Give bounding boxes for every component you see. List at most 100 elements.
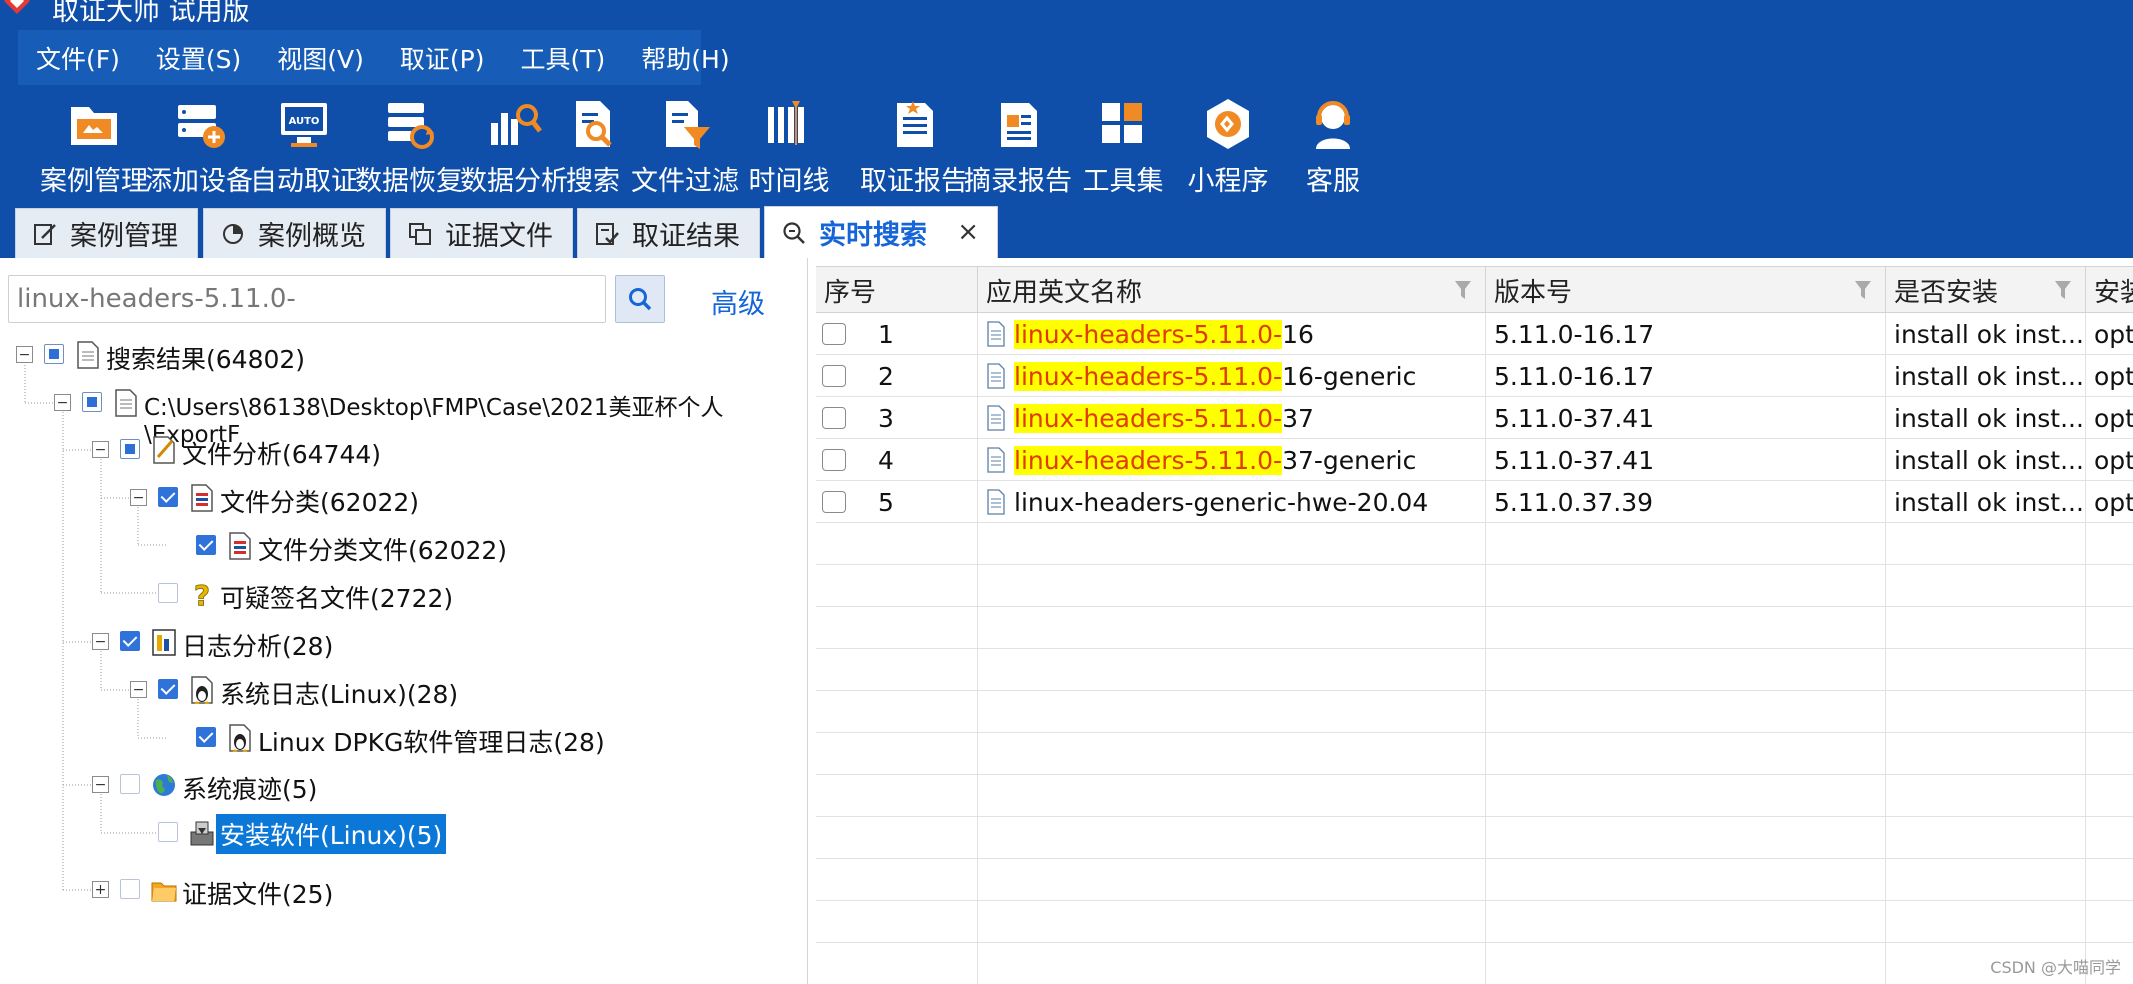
menu-file[interactable]: 文件(F) [18, 30, 138, 85]
tree-checkbox[interactable] [120, 774, 140, 794]
collapse-toggle[interactable]: − [92, 776, 109, 793]
question-mark-icon: ? [193, 579, 210, 609]
file-filter-icon [666, 101, 710, 149]
customer-service-icon [1316, 101, 1350, 149]
tab-case-management[interactable]: 案例管理 [15, 208, 198, 258]
file-category-icon [229, 532, 251, 560]
row-checkbox[interactable] [822, 449, 846, 471]
tree-checkbox[interactable] [82, 392, 102, 412]
timeline-button[interactable]: 时间线 [724, 85, 854, 200]
text-file-icon [987, 363, 1005, 389]
column-header-index[interactable]: 序号 [816, 267, 978, 313]
file-category-icon [191, 484, 213, 512]
install-package-icon [190, 821, 214, 846]
menu-help[interactable]: 帮助(H) [623, 30, 747, 85]
tree-node-system-log[interactable]: 系统日志(Linux)(28) [220, 675, 458, 711]
app-name-rest: 37 [1282, 403, 1314, 433]
tree-checkbox[interactable] [158, 822, 178, 842]
row-checkbox[interactable] [822, 407, 846, 429]
cell-index: 1 [816, 313, 978, 355]
collapse-toggle[interactable]: − [16, 346, 33, 363]
tree-checkbox[interactable] [196, 727, 216, 747]
match-highlight: linux-headers-5.11.0- [1014, 445, 1283, 475]
collapse-toggle[interactable]: − [92, 633, 109, 650]
cell-app-name: linux-headers-generic-hwe-20.04 [978, 481, 1486, 523]
collapse-toggle[interactable]: − [130, 489, 147, 506]
cell-index: 2 [816, 355, 978, 397]
column-header-install-extra[interactable]: 安装 [2086, 267, 2133, 313]
close-tab-icon[interactable]: × [957, 217, 979, 247]
collapse-toggle[interactable]: − [54, 394, 71, 411]
filter-icon[interactable] [1455, 281, 1471, 299]
table-row[interactable]: 3 linux-headers-5.11.0- 37 5.11.0-37.41 inst… [816, 397, 2133, 439]
document-icon [115, 389, 137, 417]
tree-checkbox[interactable] [158, 583, 178, 603]
tree-checkbox[interactable] [120, 439, 140, 459]
column-header-installed[interactable]: 是否安装 [1886, 267, 2086, 313]
tree-node-file-category-files[interactable]: 文件分类文件(62022) [258, 531, 507, 567]
menu-tools[interactable]: 工具(T) [502, 30, 623, 85]
cell-app-name: linux-headers-5.11.0- 16 [978, 313, 1486, 355]
forensic-report-icon [897, 101, 933, 147]
filter-icon[interactable] [1855, 281, 1871, 299]
tree-checkbox[interactable] [44, 344, 64, 364]
tree-node-evidence-files[interactable]: 证据文件(25) [182, 875, 333, 911]
text-file-icon [987, 321, 1005, 347]
tree-node-installed-software[interactable]: 安装软件(Linux)(5) [216, 814, 447, 854]
cell-app-name: linux-headers-5.11.0- 37 [978, 397, 1486, 439]
menu-view[interactable]: 视图(V) [259, 30, 382, 85]
column-header-app-name[interactable]: 应用英文名称 [978, 267, 1486, 313]
collapse-toggle[interactable]: − [130, 681, 147, 698]
tree-checkbox[interactable] [120, 879, 140, 899]
cell-installed: install ok inst... [1886, 439, 2086, 481]
cell-index: 4 [816, 439, 978, 481]
tree-checkbox[interactable] [158, 487, 178, 507]
table-row[interactable]: 4 linux-headers-5.11.0- 37-generic 5.11.0-3… [816, 439, 2133, 481]
tab-evidence-files[interactable]: 证据文件 [390, 208, 573, 258]
table-row[interactable]: 2 linux-headers-5.11.0- 16-generic 5.11.0-1… [816, 355, 2133, 397]
toolbar: 案例管理 添加设备 AUTO 自动取证 数据恢复 数据分析 搜索 文件过滤 时间… [0, 85, 2133, 200]
cell-install-extra: opt [2094, 361, 2133, 391]
text-file-icon [987, 405, 1005, 431]
table-row[interactable]: 5 linux-headers-generic-hwe-20.04 5.11.0.3… [816, 481, 2133, 523]
expand-toggle[interactable]: + [92, 881, 109, 898]
folder-icon [151, 882, 177, 902]
row-checkbox[interactable] [822, 365, 846, 387]
column-header-version[interactable]: 版本号 [1486, 267, 1886, 313]
row-checkbox[interactable] [822, 323, 846, 345]
tab-realtime-search[interactable]: 实时搜索 × [764, 206, 998, 258]
collapse-toggle[interactable]: − [92, 441, 109, 458]
copy-icon [409, 222, 431, 245]
table-row [816, 565, 2133, 607]
data-recovery-icon [388, 103, 434, 149]
menu-settings[interactable]: 设置(S) [138, 30, 259, 85]
app-name-rest: linux-headers-generic-hwe-20.04 [1014, 487, 1429, 517]
cell-installed: install ok inst... [1886, 355, 2086, 397]
mini-program-icon [1207, 99, 1249, 149]
tab-forensic-results[interactable]: 取证结果 [577, 208, 760, 258]
file-analysis-icon [153, 436, 175, 464]
row-checkbox[interactable] [822, 491, 846, 513]
tree-node-system-traces[interactable]: 系统痕迹(5) [182, 770, 317, 806]
tree-checkbox[interactable] [158, 679, 178, 699]
tree-checkbox[interactable] [196, 535, 216, 555]
menu-bar: 文件(F) 设置(S) 视图(V) 取证(P) 工具(T) 帮助(H) [0, 30, 2133, 85]
tree-node-dpkg-log[interactable]: Linux DPKG软件管理日志(28) [258, 723, 605, 759]
tab-case-overview[interactable]: 案例概览 [203, 208, 386, 258]
cell-installed: install ok inst... [1886, 313, 2086, 355]
tree-node-file-analysis[interactable]: 文件分析(64744) [182, 435, 381, 471]
text-file-icon [987, 447, 1005, 473]
tree-node-search-results[interactable]: 搜索结果(64802) [106, 340, 305, 376]
tree-node-suspicious-signature[interactable]: 可疑签名文件(2722) [220, 579, 453, 615]
tree-node-file-category[interactable]: 文件分类(62022) [220, 483, 419, 519]
table-row[interactable]: 1 linux-headers-5.11.0- 16 5.11.0-16.17 inst… [816, 313, 2133, 355]
cell-version: 5.11.0.37.39 [1486, 481, 1886, 523]
cell-app-name: linux-headers-5.11.0- 37-generic [978, 439, 1486, 481]
customer-service-button[interactable]: 客服 [1268, 85, 1398, 200]
tree-checkbox[interactable] [120, 631, 140, 651]
filter-icon[interactable] [2055, 281, 2071, 299]
table-row [816, 607, 2133, 649]
tree-node-log-analysis[interactable]: 日志分析(28) [182, 627, 333, 663]
menu-forensics[interactable]: 取证(P) [382, 30, 503, 85]
cell-install-extra: opt [2094, 403, 2133, 433]
